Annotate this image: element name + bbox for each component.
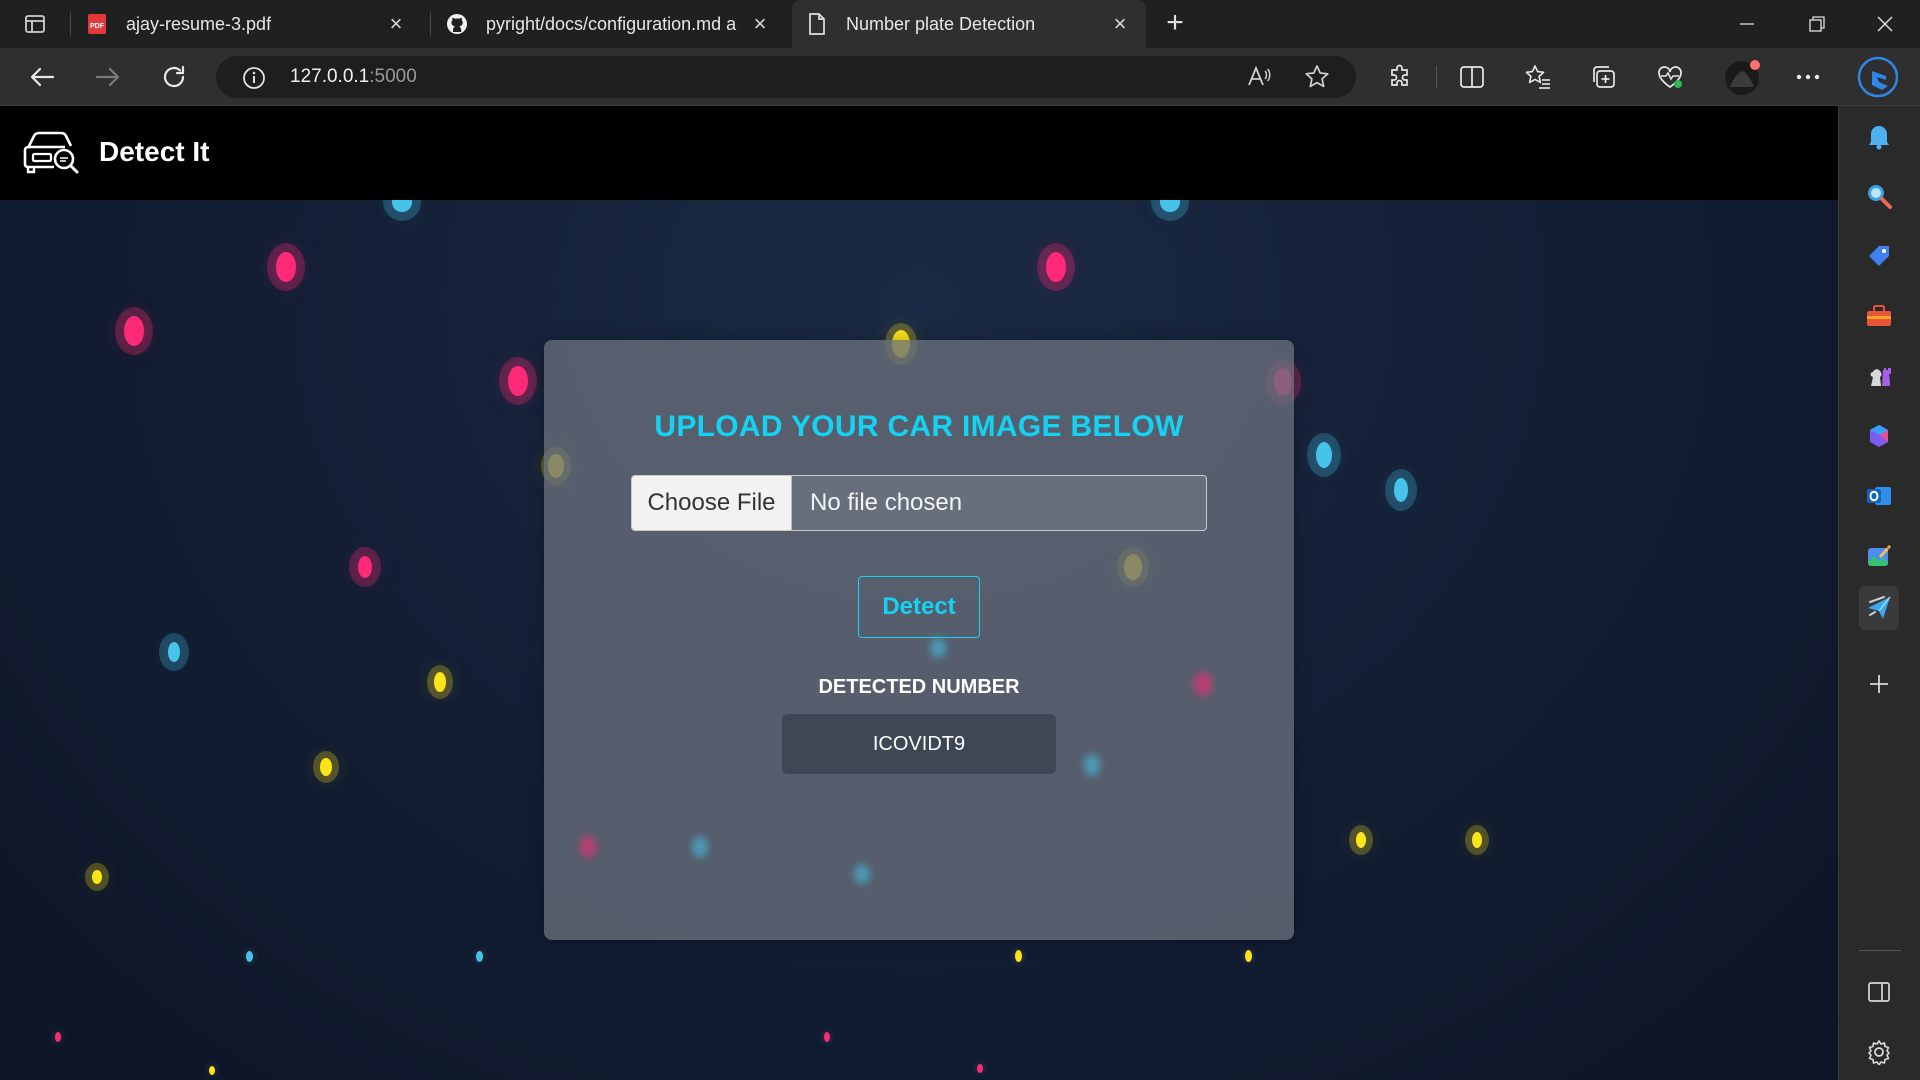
bing-copilot-icon[interactable] bbox=[1856, 55, 1900, 99]
tab-bar: PDF ajay-resume-3.pdf × pyright/docs/con… bbox=[0, 0, 1920, 48]
site-navbar: Detect It bbox=[0, 106, 1838, 200]
back-icon[interactable] bbox=[26, 61, 58, 93]
tools-icon[interactable] bbox=[1861, 298, 1897, 334]
tab-actions-icon[interactable] bbox=[20, 10, 50, 38]
bokeh-dot bbox=[824, 1032, 830, 1042]
tab-title: Number plate Detection bbox=[846, 13, 1036, 34]
address-bar[interactable]: 127.0.0.1:5000 bbox=[216, 56, 1356, 98]
detected-number-label: DETECTED NUMBER bbox=[818, 676, 1020, 698]
forward-icon[interactable] bbox=[92, 61, 124, 93]
hide-sidebar-icon[interactable] bbox=[1861, 974, 1897, 1010]
minimize-icon[interactable] bbox=[1732, 10, 1762, 38]
favorites-icon[interactable] bbox=[1522, 61, 1554, 93]
tab-pdf[interactable]: PDF ajay-resume-3.pdf × bbox=[86, 0, 422, 48]
pdf-icon: PDF bbox=[86, 13, 108, 35]
upload-card: UPLOAD YOUR CAR IMAGE BELOW Choose File … bbox=[544, 340, 1294, 940]
bokeh-dot bbox=[358, 556, 372, 578]
notifications-icon[interactable] bbox=[1861, 118, 1897, 154]
brand-name[interactable]: Detect It bbox=[99, 136, 209, 168]
tab-github[interactable]: pyright/docs/configuration.md a × bbox=[446, 0, 786, 48]
svg-text:PDF: PDF bbox=[90, 23, 105, 30]
sidebar-settings-icon[interactable] bbox=[1861, 1034, 1897, 1070]
detected-number-value: ICOVIDT9 bbox=[782, 714, 1056, 774]
car-search-logo-icon[interactable] bbox=[22, 128, 80, 178]
bokeh-dot bbox=[320, 758, 332, 776]
tab-number-plate-detection[interactable]: Number plate Detection × bbox=[792, 0, 1146, 48]
bokeh-dot bbox=[276, 252, 296, 282]
tab-title: ajay-resume-3.pdf bbox=[126, 13, 272, 34]
close-window-icon[interactable] bbox=[1870, 10, 1900, 38]
extensions-icon[interactable] bbox=[1384, 61, 1416, 93]
new-tab-icon[interactable]: + bbox=[1160, 8, 1190, 38]
microsoft-365-icon[interactable] bbox=[1861, 418, 1897, 454]
bokeh-dot bbox=[1245, 950, 1252, 962]
bokeh-dot bbox=[1084, 754, 1100, 776]
bokeh-dot bbox=[854, 864, 870, 884]
browser-essentials-icon[interactable] bbox=[1654, 61, 1686, 93]
close-tab-icon[interactable]: × bbox=[748, 11, 772, 36]
shopping-icon[interactable] bbox=[1861, 238, 1897, 274]
add-favorite-icon[interactable] bbox=[1304, 64, 1330, 95]
bokeh-dot bbox=[1015, 950, 1022, 962]
outlook-icon[interactable] bbox=[1861, 478, 1897, 514]
bokeh-dot bbox=[55, 1032, 61, 1042]
read-aloud-icon[interactable] bbox=[1246, 64, 1272, 96]
detect-button[interactable]: Detect bbox=[858, 576, 980, 638]
bokeh-dot bbox=[1356, 832, 1366, 848]
bokeh-dot bbox=[692, 836, 708, 858]
bokeh-dot bbox=[1472, 832, 1482, 848]
url-text[interactable]: 127.0.0.1:5000 bbox=[290, 66, 417, 88]
bokeh-dot bbox=[168, 642, 180, 662]
profile-avatar[interactable] bbox=[1722, 57, 1762, 97]
file-input[interactable]: Choose File No file chosen bbox=[631, 475, 1207, 531]
collections-icon[interactable] bbox=[1588, 61, 1620, 93]
page-content: Detect It UPLOAD YOUR CAR IMAGE BELOW Ch… bbox=[0, 106, 1838, 1080]
choose-file-button[interactable]: Choose File bbox=[632, 476, 792, 530]
edge-sidebar bbox=[1838, 106, 1920, 1080]
page-icon bbox=[806, 13, 828, 35]
bokeh-dot bbox=[1394, 478, 1408, 502]
restore-icon[interactable] bbox=[1802, 10, 1832, 38]
bokeh-dot bbox=[434, 672, 446, 692]
bokeh-dot bbox=[124, 316, 144, 346]
bokeh-dot bbox=[930, 638, 946, 658]
games-icon[interactable] bbox=[1861, 358, 1897, 394]
bokeh-dot bbox=[580, 836, 596, 858]
image-creator-icon[interactable] bbox=[1861, 538, 1897, 574]
drop-icon[interactable] bbox=[1859, 586, 1899, 630]
close-tab-icon[interactable]: × bbox=[1108, 11, 1132, 36]
github-icon bbox=[446, 13, 468, 35]
bokeh-dot bbox=[476, 951, 483, 962]
bokeh-dot bbox=[508, 366, 528, 396]
bokeh-dot bbox=[209, 1066, 215, 1075]
tab-title: pyright/docs/configuration.md a bbox=[486, 13, 737, 34]
bokeh-dot bbox=[1046, 252, 1066, 282]
bokeh-dot bbox=[1316, 442, 1332, 468]
close-tab-icon[interactable]: × bbox=[384, 11, 408, 36]
bokeh-dot bbox=[977, 1064, 983, 1073]
site-info-icon[interactable] bbox=[242, 66, 266, 90]
split-screen-icon[interactable] bbox=[1456, 61, 1488, 93]
sidebar-divider bbox=[1859, 950, 1901, 951]
bokeh-dot bbox=[246, 951, 253, 962]
settings-more-icon[interactable] bbox=[1792, 61, 1824, 93]
add-sidebar-app-icon[interactable] bbox=[1861, 666, 1897, 702]
bokeh-dot bbox=[92, 870, 102, 884]
upload-heading: UPLOAD YOUR CAR IMAGE BELOW bbox=[654, 410, 1184, 443]
file-status-text: No file chosen bbox=[810, 489, 963, 516]
search-icon[interactable] bbox=[1861, 178, 1897, 214]
browser-toolbar: 127.0.0.1:5000 bbox=[0, 48, 1920, 106]
refresh-icon[interactable] bbox=[158, 61, 190, 93]
